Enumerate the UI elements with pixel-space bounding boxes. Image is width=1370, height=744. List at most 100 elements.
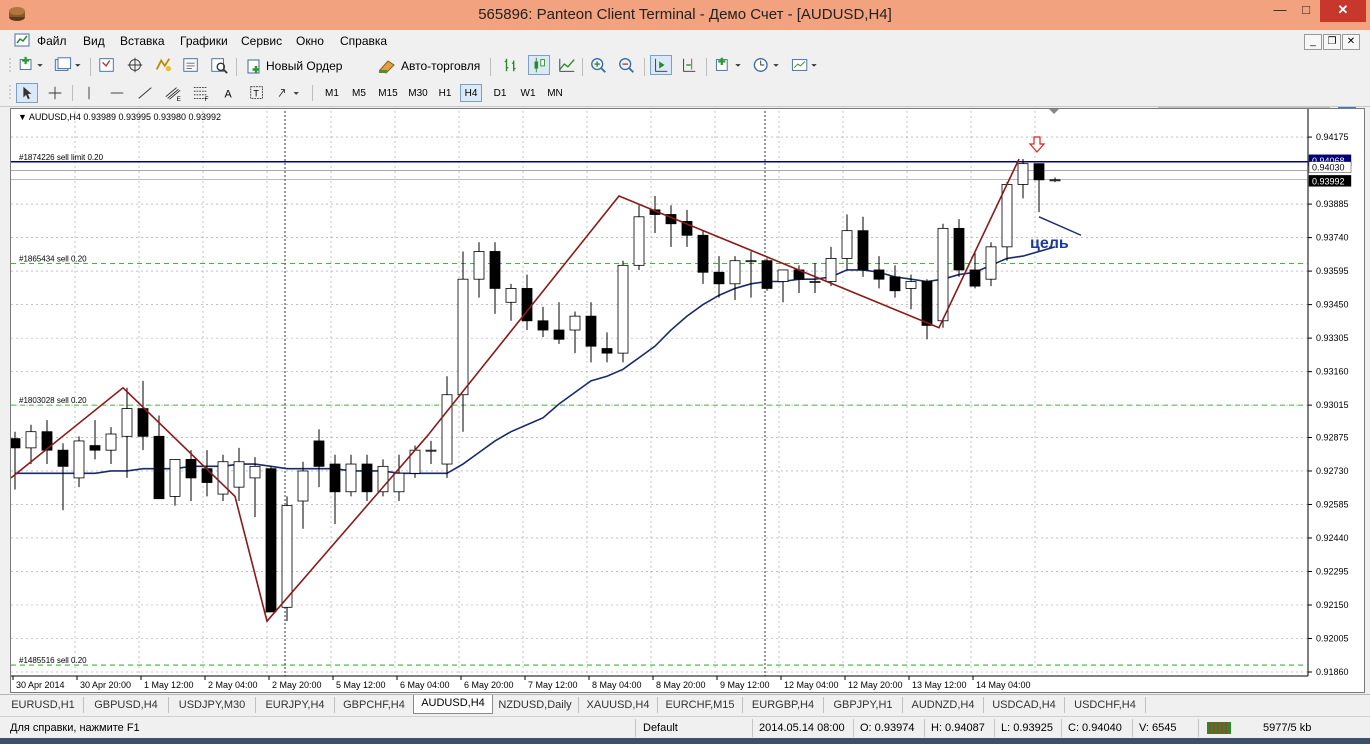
navigator-icon[interactable] [124,55,146,75]
toolbar-grip-icon [9,58,11,74]
time-axis-label: 30 Apr 20:00 [80,680,131,690]
mdi-restore-button[interactable]: ❐ [1323,34,1341,50]
tab-gbpusd-h4[interactable]: GBPUSD,H4 [84,697,169,713]
templates-icon[interactable] [788,55,822,75]
tab-nzdusd-daily[interactable]: NZDUSD,Daily [492,697,579,713]
time-axis-label: 7 May 12:00 [528,680,578,690]
zoom-out-icon[interactable] [616,55,638,75]
tab-audusd-h4[interactable]: AUDUSD,H4 [413,695,493,714]
menu-window[interactable]: Окно [296,34,324,48]
time-axis-label: 9 May 12:00 [720,680,770,690]
tab-eurjpy-h4[interactable]: EURJPY,H4 [256,697,335,713]
bar-chart-icon[interactable] [500,55,522,75]
crosshair-icon[interactable] [44,83,66,103]
tab-gbpchf-h4[interactable]: GBPCHF,H4 [335,697,414,713]
menu-file[interactable]: Файл [37,34,67,48]
maximize-button[interactable]: □ [1294,0,1318,22]
fibonacci-icon[interactable]: F [190,83,212,103]
candle-bull [841,230,853,259]
new-chart-icon[interactable] [16,55,46,75]
time-axis-label: 1 May 12:00 [144,680,194,690]
price-axis-label: 0.92875 [1316,432,1349,442]
tab-xauusd-h4[interactable]: XAUUSD,H4 [579,697,658,713]
profile-name[interactable]: Default [643,722,678,734]
close-button[interactable]: ✕ [1320,0,1366,22]
candle-bull [569,315,581,331]
menu-view[interactable]: Вид [83,34,105,48]
sell-arrow-icon [1028,136,1046,153]
timeframe-m1[interactable]: M1 [320,84,344,102]
tab-eurchf-m15[interactable]: EURCHF,M15 [658,697,743,713]
mdi-close-button[interactable]: ✕ [1342,34,1360,50]
menu-tools[interactable]: Сервис [241,34,282,48]
timeframe-w1[interactable]: W1 [516,84,540,102]
horizontal-line-icon[interactable] [106,83,128,103]
timeframe-m30[interactable]: M30 [404,84,432,102]
minimize-button[interactable]: — [1268,0,1292,22]
candle-bull [345,463,357,493]
candle-bear [921,281,933,326]
candle-bear [585,315,597,347]
auto-trading-icon[interactable] [378,58,396,74]
candle-bull [281,505,293,608]
periods-icon[interactable] [750,55,784,75]
menu-insert[interactable]: Вставка [120,34,165,48]
equidistant-channel-icon[interactable]: E [162,83,184,103]
indicators-icon[interactable] [712,55,746,75]
text-icon[interactable]: A [218,83,240,103]
strategy-tester-icon[interactable] [208,55,230,75]
candle-bear [713,271,725,285]
time-axis-label: 12 May 04:00 [784,680,839,690]
vertical-line-icon[interactable] [78,83,100,103]
auto-scroll-icon[interactable] [650,55,672,75]
auto-trading-button[interactable]: Авто-торговля [401,59,480,73]
cursor-icon[interactable] [16,83,38,103]
mdi-minimize-button[interactable]: _ [1304,34,1322,50]
timeframe-h1[interactable]: H1 [434,84,456,102]
line-chart-icon[interactable] [556,55,578,75]
chart-window-icon[interactable] [14,33,30,48]
candlestick-chart-icon[interactable] [528,55,550,75]
data-window-icon[interactable] [152,55,174,75]
bar-volume: V: 6545 [1139,722,1177,734]
timeframe-h4[interactable]: H4 [460,84,482,102]
timeframe-d1[interactable]: D1 [488,84,512,102]
price-chart[interactable]: 0.94175 0.93885 0.93740 0.93595 0.93450 0.933… [11,109,1364,692]
candle-bull [505,288,517,303]
trendline-icon[interactable] [134,83,156,103]
tab-audnzd-h4[interactable]: AUDNZD,H4 [903,697,984,713]
candle-bull [393,472,405,493]
terminal-icon[interactable] [180,55,202,75]
zigzag-line [11,158,1020,623]
menu-help[interactable]: Справка [340,34,387,48]
candle-bear [185,459,197,479]
tab-usdjpy-m30[interactable]: USDJPY,M30 [169,697,256,713]
candle-bear [313,440,325,467]
market-watch-icon[interactable] [96,55,118,75]
svg-text:F: F [205,96,209,103]
price-axis-label: 0.94175 [1316,132,1349,142]
tab-eurusd-h1[interactable]: EURUSD,H1 [3,697,84,713]
menu-charts[interactable]: Графики [180,34,228,48]
arrows-icon[interactable] [274,83,304,103]
timeframe-m15[interactable]: M15 [374,84,402,102]
zoom-in-icon[interactable] [588,55,610,75]
timeframe-m5[interactable]: M5 [347,84,371,102]
chart-shift-icon[interactable] [678,55,700,75]
price-axis-label: 0.92295 [1316,566,1349,576]
candle-bull [1017,163,1029,185]
tab-eurgbp-h4[interactable]: EURGBP,H4 [743,697,824,713]
tab-usdcad-h4[interactable]: USDCAD,H4 [984,697,1065,713]
candle-bear [361,463,373,493]
tab-usdchf-h4[interactable]: USDCHF,H4 [1065,697,1146,713]
tab-gbpjpy-h1[interactable]: GBPJPY,H1 [824,697,903,713]
candle-bear [857,230,869,271]
profiles-icon[interactable] [50,55,84,75]
time-axis-label: 14 May 04:00 [976,680,1031,690]
new-order-button[interactable]: Новый Ордер [266,59,342,73]
timeframe-mn[interactable]: MN [543,84,567,102]
svg-text:T: T [253,89,259,99]
new-order-icon[interactable] [246,58,262,74]
text-label-icon[interactable]: T [246,83,268,103]
chart-tabs-bar: EURUSD,H1 GBPUSD,H4 USDJPY,M30 EURJPY,H4… [0,694,1370,715]
